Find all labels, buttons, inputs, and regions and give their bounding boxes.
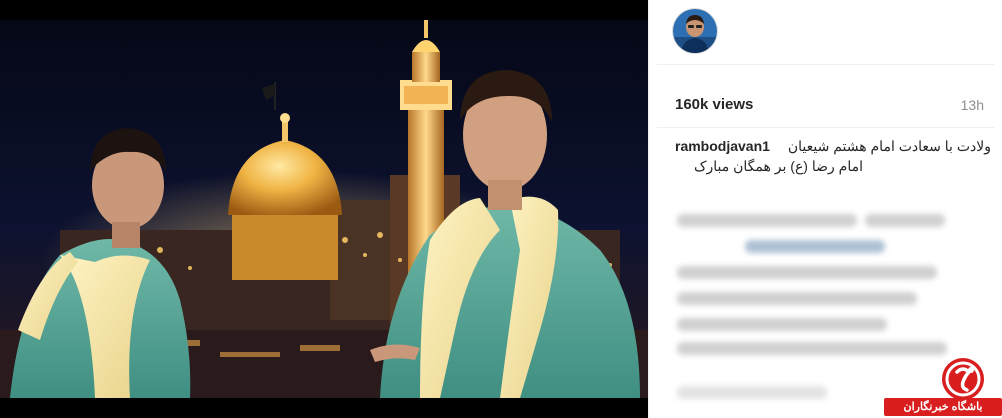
watermark: باشگاه خبرنگاران	[884, 356, 1002, 418]
blurred-comment-line	[677, 214, 857, 227]
post-time[interactable]: 13h	[961, 97, 984, 113]
blurred-comment-line	[677, 292, 917, 305]
blurred-comment-line	[745, 240, 885, 253]
blurred-comment-line	[677, 318, 887, 331]
caption-line-2: امام رضا (ع) بر همگان مبارک	[693, 158, 863, 174]
header-divider	[657, 64, 994, 65]
blurred-comment-line	[677, 386, 827, 399]
watermark-label: باشگاه خبرنگاران	[884, 398, 1002, 416]
video-player[interactable]	[0, 0, 648, 418]
blurred-comment-line	[677, 342, 947, 355]
caption-username[interactable]: rambodjavan1	[675, 138, 770, 154]
blurred-comment-line	[677, 266, 937, 279]
profile-avatar-icon	[673, 9, 717, 53]
blurred-comment-line	[865, 214, 945, 227]
stats-divider	[657, 127, 994, 128]
post-header	[649, 0, 1002, 64]
video-frame[interactable]	[0, 0, 648, 418]
club-logo-icon	[942, 358, 984, 400]
caption-line-1: ولادت با سعادت امام هشتم شیعیان	[787, 138, 991, 154]
avatar[interactable]	[673, 9, 717, 53]
view-count: 160k views	[675, 96, 754, 113]
